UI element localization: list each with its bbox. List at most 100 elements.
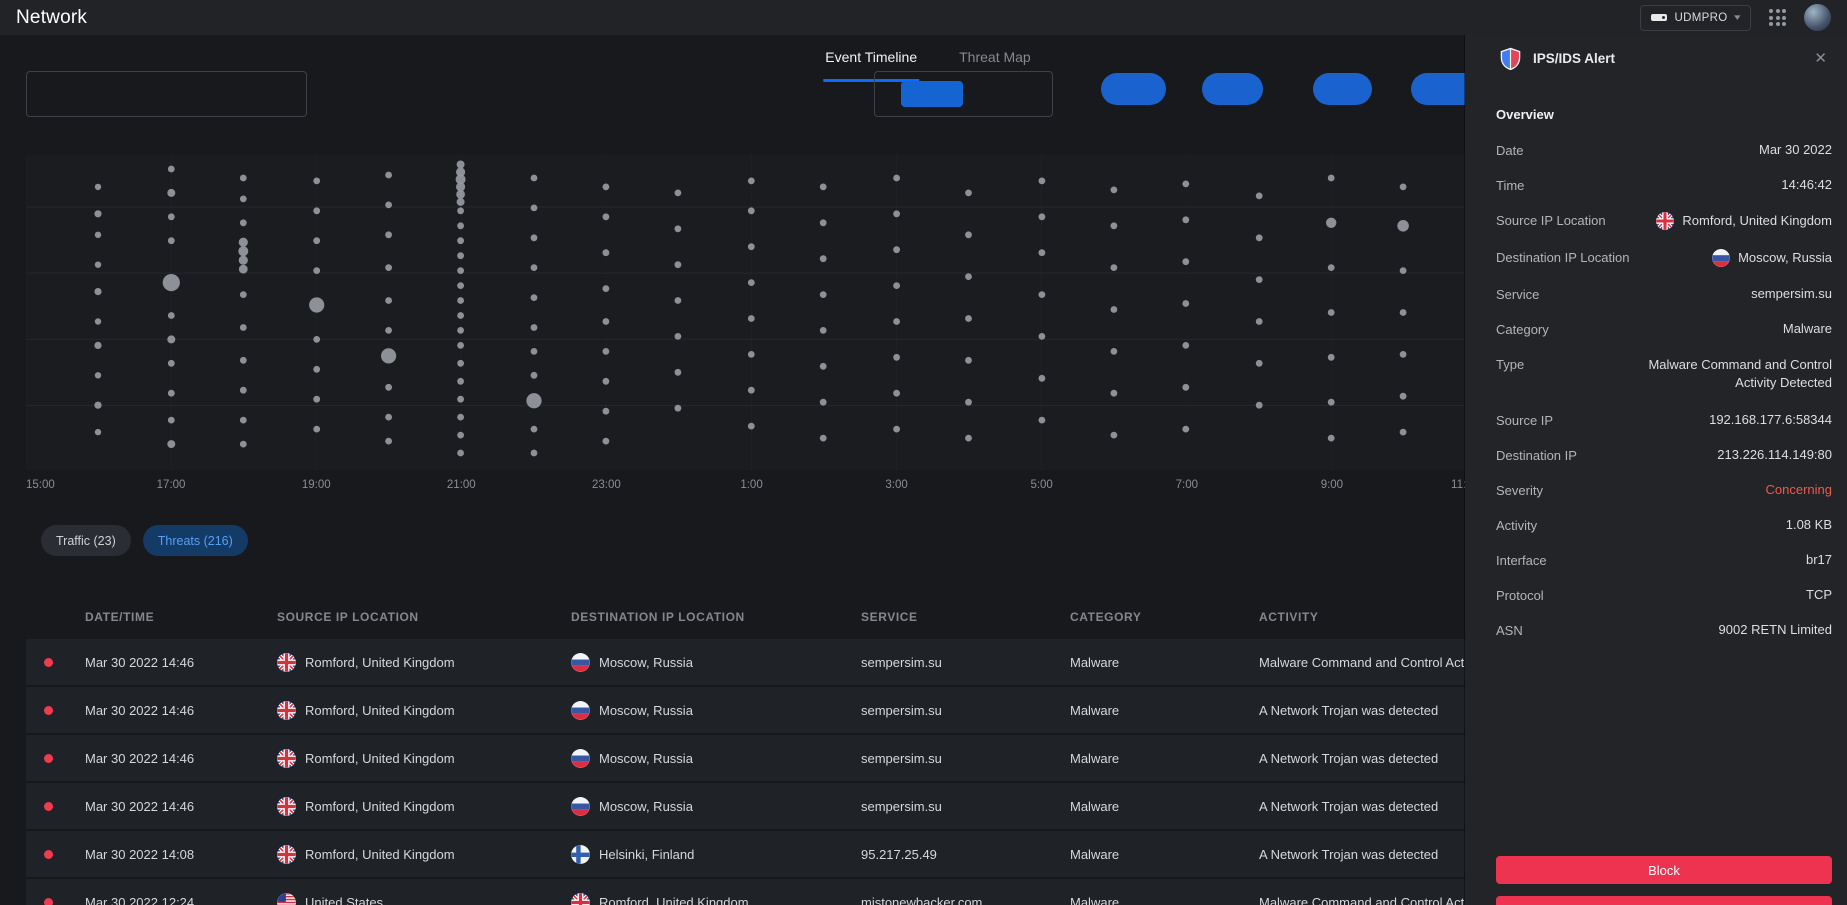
- table-row[interactable]: Mar 30 2022 14:08Romford, United Kingdom…: [26, 831, 1465, 877]
- table-row[interactable]: Mar 30 2022 14:46Romford, United Kingdom…: [26, 687, 1465, 733]
- field-label: Severity: [1496, 482, 1543, 498]
- threat-dot: [44, 658, 53, 667]
- filter-box-left[interactable]: [26, 71, 307, 117]
- flag-gb-icon: [277, 701, 296, 720]
- filter-chip-3[interactable]: [1313, 73, 1372, 105]
- threats-table: DATE/TIMESOURCE IP LOCATIONDESTINATION I…: [26, 595, 1465, 905]
- flag-ru-icon: [1712, 249, 1730, 267]
- field-label: Protocol: [1496, 587, 1544, 603]
- top-bar-right: UDMPRO ▾: [1640, 4, 1831, 31]
- field-value: 9002 RETN Limited: [1719, 622, 1832, 637]
- threat-dot: [44, 898, 53, 905]
- device-name: UDMPRO: [1675, 12, 1728, 24]
- flag-gb-icon: [277, 749, 296, 768]
- series-toggles: Traffic (23) Threats (216): [41, 525, 248, 556]
- axis-tick-label: 3:00: [885, 479, 907, 491]
- field-label: ASN: [1496, 622, 1523, 638]
- filter-box-middle[interactable]: [874, 71, 1053, 117]
- threat-dot: [44, 802, 53, 811]
- cell-activity: A Network Trojan was detected: [1244, 703, 1465, 718]
- threats-toggle[interactable]: Threats (216): [143, 525, 248, 556]
- shield-icon: [1499, 47, 1522, 70]
- filter-chip-2[interactable]: [1202, 73, 1263, 105]
- cell-category: Malware: [1055, 655, 1244, 670]
- field-value: TCP: [1806, 587, 1832, 602]
- axis-tick-label: 23:00: [592, 479, 621, 491]
- table-row[interactable]: Mar 30 2022 14:46Romford, United Kingdom…: [26, 639, 1465, 685]
- panel-body: Overview DateMar 30 2022Time14:46:42Sour…: [1465, 81, 1847, 648]
- cell-activity: Malware Command and Control Activity Det…: [1244, 895, 1465, 905]
- apps-grid-icon[interactable]: [1769, 9, 1786, 26]
- table-body: Mar 30 2022 14:46Romford, United Kingdom…: [26, 639, 1465, 905]
- cell-category: Malware: [1055, 847, 1244, 862]
- axis-tick-label: 1:00: [740, 479, 762, 491]
- ips-ids-alert-panel: IPS/IDS Alert ✕ Overview DateMar 30 2022…: [1465, 35, 1847, 905]
- cell-destination-location: Moscow, Russia: [556, 749, 846, 768]
- table-header: DATE/TIMESOURCE IP LOCATIONDESTINATION I…: [26, 595, 1465, 639]
- table-row[interactable]: Mar 30 2022 12:24United StatesRomford, U…: [26, 879, 1465, 905]
- cell-datetime: Mar 30 2022 14:46: [70, 751, 262, 766]
- flag-gb-icon: [277, 797, 296, 816]
- table-row[interactable]: Mar 30 2022 14:46Romford, United Kingdom…: [26, 783, 1465, 829]
- filter-apply-button[interactable]: [901, 81, 963, 107]
- filter-chip-1[interactable]: [1101, 73, 1166, 105]
- panel-field-asn: ASN 9002 RETN Limited: [1496, 613, 1832, 648]
- table-row[interactable]: Mar 30 2022 14:46Romford, United Kingdom…: [26, 735, 1465, 781]
- panel-field-service: Servicesempersim.su: [1496, 276, 1832, 311]
- cell-activity: A Network Trojan was detected: [1244, 751, 1465, 766]
- field-value: 192.168.177.6:58344: [1709, 412, 1832, 427]
- column-header: DESTINATION IP LOCATION: [556, 610, 846, 624]
- panel-field-severity: SeverityConcerning: [1496, 473, 1832, 508]
- block-button[interactable]: Block: [1496, 856, 1832, 884]
- field-label: Destination IP: [1496, 447, 1577, 463]
- cell-service: sempersim.su: [846, 703, 1055, 718]
- flag-gb-icon: [1656, 212, 1674, 230]
- chevron-down-icon: ▾: [1735, 12, 1741, 23]
- cell-datetime: Mar 30 2022 12:24: [70, 895, 262, 905]
- axis-tick-label: 15:00: [26, 479, 55, 491]
- event-timeline-chart[interactable]: [26, 155, 1465, 470]
- top-bar: Network UDMPRO ▾: [0, 0, 1847, 35]
- flag-ru-icon: [571, 653, 590, 672]
- field-label: Category: [1496, 321, 1549, 337]
- threat-dot: [44, 850, 53, 859]
- filter-chip-4[interactable]: [1411, 73, 1465, 105]
- cell-destination-location: Helsinki, Finland: [556, 845, 846, 864]
- field-label: Service: [1496, 286, 1539, 302]
- panel-field-destination-ip-location: Destination IP LocationMoscow, Russia: [1496, 239, 1832, 276]
- column-header: CATEGORY: [1055, 610, 1244, 624]
- field-label: Source IP Location: [1496, 212, 1606, 228]
- flag-gb-icon: [277, 845, 296, 864]
- cell-datetime: Mar 30 2022 14:46: [70, 799, 262, 814]
- secondary-block-button[interactable]: [1496, 896, 1832, 905]
- device-icon: [1651, 14, 1667, 21]
- field-value: 213.226.114.149:80: [1717, 447, 1832, 462]
- cell-destination-location: Moscow, Russia: [556, 797, 846, 816]
- cell-destination-location: Romford, United Kingdom: [556, 893, 846, 905]
- panel-field-time: Time14:46:42: [1496, 167, 1832, 202]
- column-header: SERVICE: [846, 610, 1055, 624]
- cell-service: sempersim.su: [846, 799, 1055, 814]
- panel-field-source-ip: Source IP192.168.177.6:58344: [1496, 403, 1832, 438]
- axis-tick-label: 19:00: [302, 479, 331, 491]
- flag-us-icon: [277, 893, 296, 905]
- flag-gb-icon: [277, 653, 296, 672]
- field-label: Type: [1496, 356, 1524, 372]
- traffic-toggle[interactable]: Traffic (23): [41, 525, 131, 556]
- device-selector[interactable]: UDMPRO ▾: [1640, 5, 1751, 31]
- flag-ru-icon: [571, 749, 590, 768]
- panel-field-type: TypeMalware Command and Control Activity…: [1496, 346, 1832, 403]
- column-header: SOURCE IP LOCATION: [262, 610, 556, 624]
- scatter-plot[interactable]: [26, 155, 1465, 470]
- flag-gb-icon: [571, 893, 590, 905]
- app-title: Network: [16, 7, 87, 29]
- avatar[interactable]: [1804, 4, 1831, 31]
- cell-source-location: Romford, United Kingdom: [262, 797, 556, 816]
- column-header: ACTIVITY: [1244, 610, 1465, 624]
- cell-activity: Malware Command and Control Activity Det…: [1244, 655, 1465, 670]
- axis-tick-label: 9:00: [1321, 479, 1343, 491]
- overview-heading: Overview: [1496, 107, 1832, 122]
- cell-category: Malware: [1055, 703, 1244, 718]
- cell-destination-location: Moscow, Russia: [556, 701, 846, 720]
- close-icon[interactable]: ✕: [1814, 51, 1827, 66]
